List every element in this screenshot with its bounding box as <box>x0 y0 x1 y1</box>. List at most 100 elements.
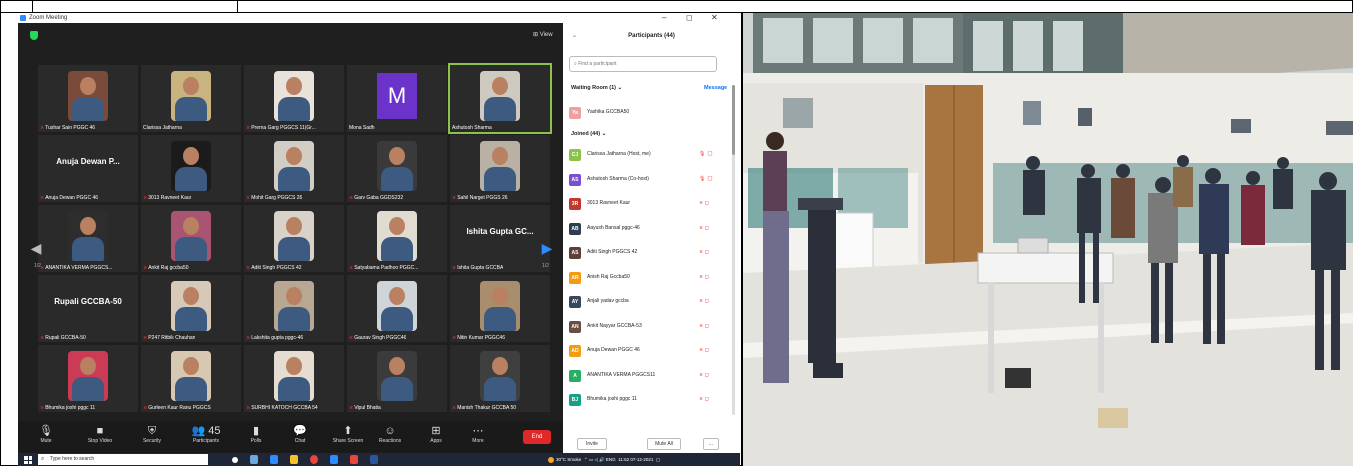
participant-video-tile[interactable]: ⨯Lakshita gupta pggc-46 <box>244 275 344 342</box>
participant-video-tile[interactable]: Anuja Dewan P... ⨯Anuja Dewan PGGC 46 <box>38 135 138 202</box>
participants-button[interactable]: 👥 45 Participants <box>186 424 226 444</box>
window-titlebar: Zoom Meeting – ◻ ✕ <box>18 13 740 23</box>
encryption-shield-icon[interactable] <box>30 31 38 40</box>
invite-button[interactable]: Invite <box>577 438 607 450</box>
participant-row[interactable]: AY Anjali yadav gccba ⨯ ◻ <box>569 294 719 310</box>
participant-video-tile[interactable]: ⨯Ankit Raj gccba50 <box>141 205 241 272</box>
participant-row[interactable]: AR Anish Raj Gccba50 ⨯ ◻ <box>569 270 719 286</box>
participant-name-label: ⨯Garv Gaba GGDS232 <box>349 195 403 201</box>
participant-row[interactable]: AD Anuja Dewan PGGC 46 ⨯ ◻ <box>569 343 719 359</box>
participant-search-input[interactable]: ⌕ Find a participant <box>569 56 717 72</box>
participant-head <box>183 77 199 95</box>
scrollbar-thumb[interactable] <box>732 85 735 155</box>
file-explorer-icon[interactable] <box>290 455 298 464</box>
participant-video-feed <box>68 351 108 401</box>
participant-video-feed <box>274 351 314 401</box>
participant-video-tile[interactable]: ⨯Gurleen Kaur Ranu PGGCS <box>141 345 241 412</box>
joined-header[interactable]: Joined (44) ⌄ <box>571 131 606 137</box>
participant-video-tile[interactable]: ⨯Aditi Singh PGGCS 42 <box>244 205 344 272</box>
muted-mic-icon: ⨯ <box>40 125 45 131</box>
task-view-icon[interactable] <box>250 455 258 464</box>
edge-browser-icon[interactable] <box>270 455 278 464</box>
participant-video-tile[interactable]: ⨯Vipul Bhatia <box>347 345 447 412</box>
participant-head <box>389 217 405 235</box>
previous-page-icon[interactable]: ◀ <box>30 238 42 258</box>
mute-all-button[interactable]: Mute All <box>647 438 681 450</box>
participant-row[interactable]: BJ Bhumika joshi pggc 11 ⨯ ◻ <box>569 392 719 408</box>
windows-start-icon[interactable] <box>24 456 32 464</box>
chrome-browser-icon[interactable] <box>310 455 318 464</box>
participant-video-tile[interactable]: ⨯Mohit Garg PGGCS 26 <box>244 135 344 202</box>
meeting-toolbar: End 🎙 Mute ■ Stop Video ⛨ Security 👥 45 Partici… <box>18 421 563 453</box>
security-button[interactable]: ⛨ Security <box>132 424 172 444</box>
toolbar-label: Security <box>142 438 162 444</box>
close-button[interactable]: ✕ <box>711 13 718 23</box>
toolbar-label: More <box>472 438 484 444</box>
participant-body <box>484 97 516 121</box>
participant-video-tile[interactable]: ⨯Manish Thakur GCCBA 50 <box>450 345 550 412</box>
stop-video-button[interactable]: ■ Stop Video <box>80 424 120 444</box>
participant-name-label: ⨯Manish Thakur GCCBA 50 <box>452 405 516 411</box>
participant-video-tile[interactable]: Rupali GCCBA-50 ⨯Rupali GCCBA-50 <box>38 275 138 342</box>
participant-video-tile[interactable]: ⨯Sahil Narget PGGS 26 <box>450 135 550 202</box>
participant-name-text: Garv Gaba GGDS232 <box>354 195 404 201</box>
participant-video-feed <box>274 71 314 121</box>
minimize-button[interactable]: – <box>662 13 666 23</box>
chat-button[interactable]: 💬 Chat <box>280 424 320 444</box>
participant-video-tile[interactable]: ⨯Tushar Sain PGGC 46 <box>38 65 138 132</box>
participant-body <box>175 237 207 261</box>
participant-video-tile[interactable]: ⨯Satyabama Padhoo PGGC... <box>347 205 447 272</box>
taskbar-search-input[interactable]: ⌕ Type here to search <box>38 454 208 465</box>
language-indicator[interactable]: ENG <box>606 457 616 462</box>
participant-video-tile[interactable]: ⨯Nitin Kumar PGGC46 <box>450 275 550 342</box>
participant-row[interactable]: AS Ashutosh Sharma (Co-host) 🎙 ◻ <box>569 172 719 188</box>
participant-video-tile[interactable]: ⨯3013 Ravneet Kaur <box>141 135 241 202</box>
participant-name-text: Rupali GCCBA-50 <box>45 335 86 341</box>
app-taskbar-icon[interactable] <box>350 455 358 464</box>
participant-row[interactable]: CJ Clarissa Jatharna (Host, me) 🎙 ◻ <box>569 147 719 163</box>
avatar: A <box>569 369 581 382</box>
apps-button[interactable]: ⊞ Apps <box>416 424 456 444</box>
participant-row[interactable]: AB Aayush Bansal pggc-46 ⨯ ◻ <box>569 221 719 237</box>
word-taskbar-icon[interactable] <box>370 455 378 464</box>
participant-row-name: ANANTIKA VERMA PGGCS11 <box>587 371 656 378</box>
participant-row[interactable]: A ANANTIKA VERMA PGGCS11 ⨯ ◻ <box>569 368 719 384</box>
participants-scrollbar[interactable] <box>732 85 735 415</box>
participant-video-tile[interactable]: ⨯Gaurav Singh PGGC46 <box>347 275 447 342</box>
zoom-taskbar-icon[interactable] <box>330 455 338 464</box>
participant-head <box>183 147 199 165</box>
participant-video-tile[interactable]: Ishita Gupta GC... ⨯Ishita Gupta GCCBA <box>450 205 550 272</box>
participant-video-tile[interactable]: ⨯P247 Ritbik Chauhan <box>141 275 241 342</box>
participant-video-tile[interactable]: ⨯SURBHI KATOCH GCCBA 54 <box>244 345 344 412</box>
participant-video-tile[interactable]: M Mona Sadh <box>347 65 447 132</box>
audio-video-status-icon: ⨯ ◻ <box>699 200 709 206</box>
participant-video-tile[interactable]: ⨯Prerna Garg PGGCS 11(Gr... <box>244 65 344 132</box>
mute-icon: 🎙 <box>39 425 53 437</box>
participant-video-tile[interactable]: ⨯Garv Gaba GGDS232 <box>347 135 447 202</box>
cortana-icon[interactable] <box>232 457 238 463</box>
polls-button[interactable]: ▮ Polls <box>236 424 276 444</box>
next-page-icon[interactable]: ▶ <box>541 238 553 258</box>
participant-video-tile[interactable]: ⨯ANANTIKA VERMA PGGCS... <box>38 205 138 272</box>
waiting-room-header[interactable]: Waiting Room (1) ⌄ <box>571 85 622 91</box>
participant-row[interactable]: 3R 3013 Ravneet Kaur ⨯ ◻ <box>569 196 719 212</box>
more-button[interactable]: ⋯ More <box>458 424 498 444</box>
participant-row[interactable]: Ya Yashika GCCBA50 <box>569 105 719 121</box>
avatar: Ya <box>569 107 581 119</box>
message-waiting-button[interactable]: Message <box>704 85 727 91</box>
participant-video-tile[interactable]: Clarissa Jatharna <box>141 65 241 132</box>
participant-video-tile[interactable]: Ashutosh Sharma <box>448 63 552 134</box>
participant-row[interactable]: AN Ankit Nayyar GCCBA-53 ⨯ ◻ <box>569 319 719 335</box>
more-options-button[interactable]: ... <box>703 438 719 450</box>
reactions-button[interactable]: ☺ Reactions <box>370 424 410 444</box>
participant-video-feed <box>274 141 314 191</box>
reactions-icon: ☺ <box>384 425 396 437</box>
maximize-button[interactable]: ◻ <box>686 13 693 23</box>
view-button[interactable]: ⊞ View <box>533 31 553 38</box>
participant-row[interactable]: AS Aditi Singh PGGCS 42 ⨯ ◻ <box>569 245 719 261</box>
muted-mic-icon: ⨯ <box>143 405 148 411</box>
mute-button[interactable]: 🎙 Mute <box>26 424 66 444</box>
end-meeting-button[interactable]: End <box>523 430 551 444</box>
participant-video-tile[interactable]: ⨯Bhumika joshi pggc 11 <box>38 345 138 412</box>
share-screen-button[interactable]: ⬆ Share Screen <box>328 424 368 444</box>
